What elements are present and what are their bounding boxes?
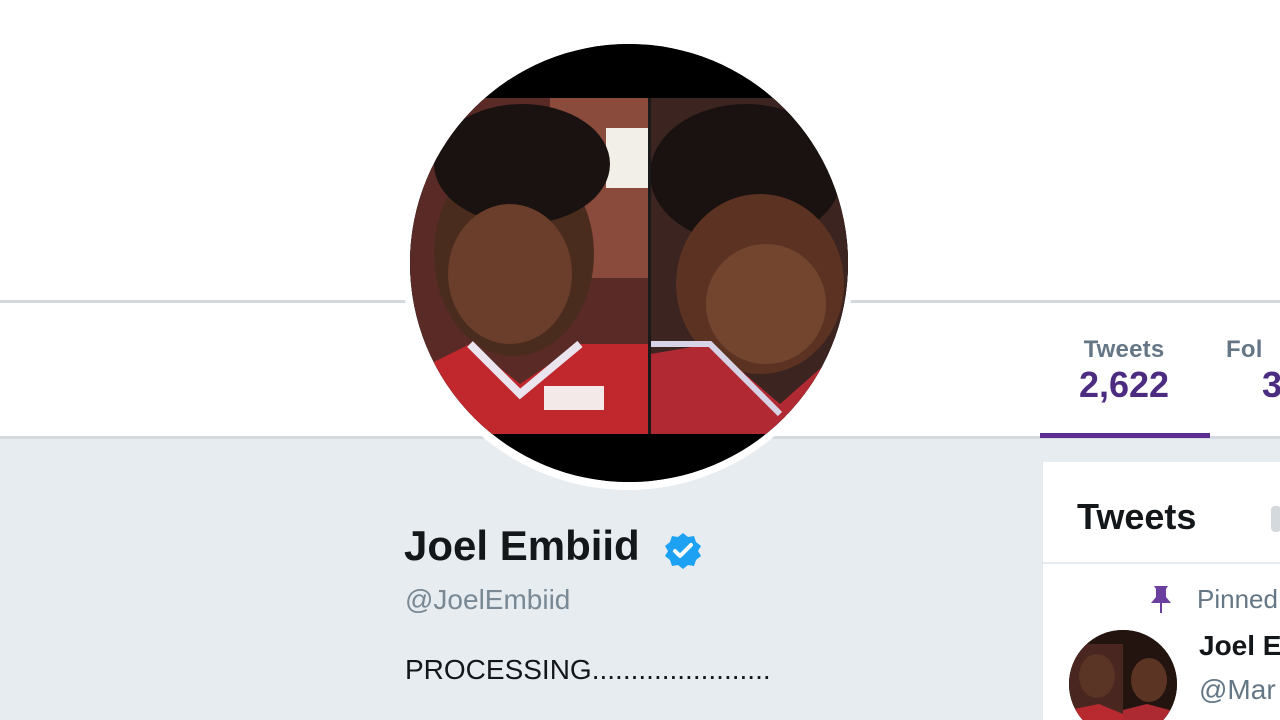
active-tab-indicator xyxy=(1040,433,1210,438)
avatar-photo xyxy=(410,44,848,482)
profile-page: Tweets 2,622 Fol 3 Joel Embiid @JoelEmbi… xyxy=(0,0,1280,720)
profile-name[interactable]: Joel Embiid xyxy=(404,522,640,570)
tweet-avatar[interactable] xyxy=(1069,630,1177,720)
pin-icon xyxy=(1151,586,1171,613)
profile-avatar[interactable] xyxy=(402,38,854,490)
followers-stat[interactable]: Fol 3 xyxy=(1226,336,1280,406)
timeline-divider xyxy=(1043,562,1280,564)
profile-handle: @JoelEmbiid xyxy=(405,584,571,615)
tweets-timeline: Tweets Pinned Joel E @Mar xyxy=(1042,462,1280,720)
tweet-author-handle[interactable]: @Mar xyxy=(1199,674,1276,706)
timeline-tab-indicator xyxy=(1271,506,1280,532)
verified-badge-icon xyxy=(665,533,701,569)
tweets-stat[interactable]: Tweets 2,622 xyxy=(1060,336,1188,406)
followers-stat-value: 3 xyxy=(1262,364,1280,405)
followers-stat-label: Fol xyxy=(1226,336,1263,363)
tweets-stat-value: 2,622 xyxy=(1078,364,1170,405)
tweet-author-name[interactable]: Joel E xyxy=(1199,630,1280,662)
tweets-stat-label: Tweets xyxy=(1083,336,1165,363)
profile-bio: PROCESSING....................... xyxy=(405,654,771,685)
timeline-title[interactable]: Tweets xyxy=(1077,496,1196,538)
pinned-label: Pinned xyxy=(1197,584,1278,614)
